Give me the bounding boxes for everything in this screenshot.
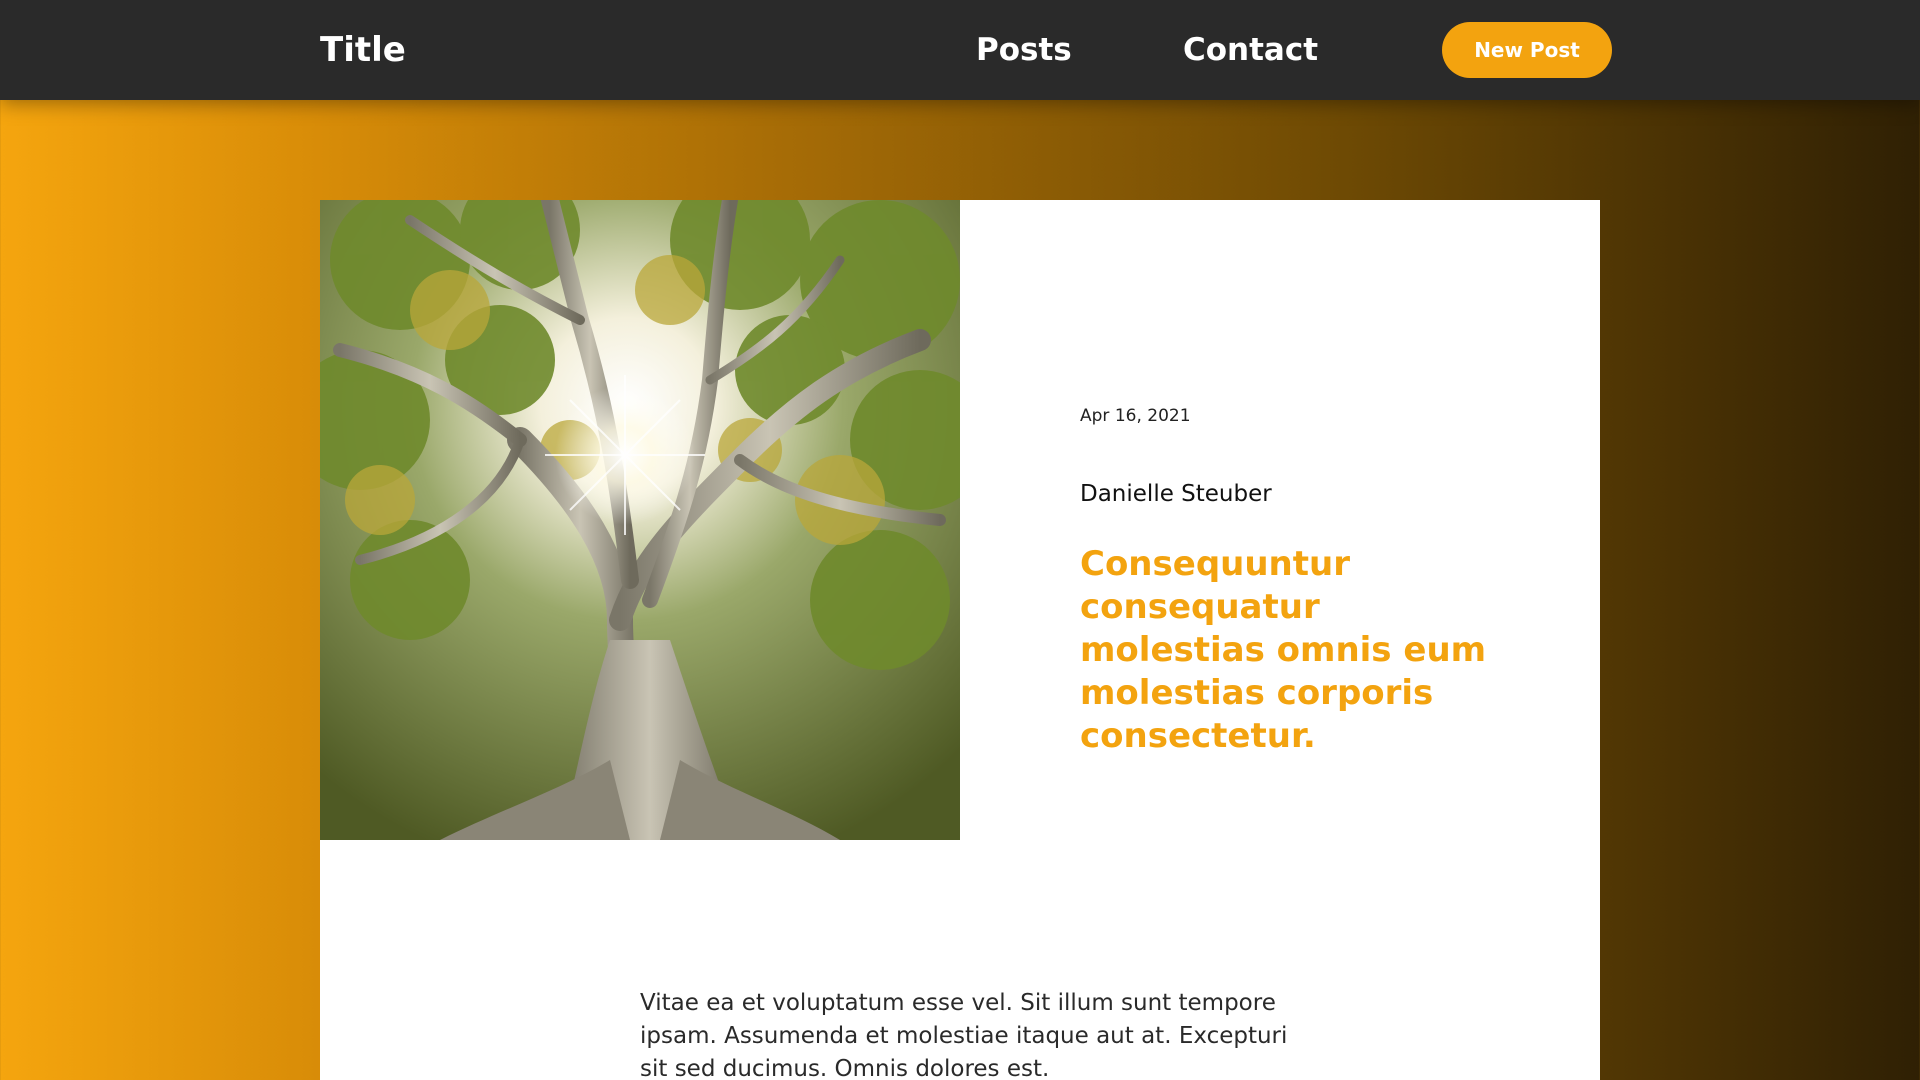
- tree-photo-icon: [320, 200, 960, 840]
- post-card: Apr 16, 2021 Danielle Steuber Consequunt…: [320, 200, 1600, 1080]
- site-title[interactable]: Title: [320, 28, 406, 72]
- post-date: Apr 16, 2021: [1080, 406, 1191, 426]
- post-image: [320, 200, 960, 840]
- navbar: Title Posts Contact New Post: [0, 0, 1920, 100]
- nav-link-posts[interactable]: Posts: [976, 29, 1072, 71]
- post-meta: Apr 16, 2021 Danielle Steuber Consequunt…: [1080, 405, 1500, 758]
- post-title: Consequuntur consequatur molestias omnis…: [1080, 544, 1487, 756]
- nav-link-contact[interactable]: Contact: [1183, 29, 1318, 71]
- post-author[interactable]: Danielle Steuber: [1080, 479, 1500, 509]
- post-body: Vitae ea et voluptatum esse vel. Sit ill…: [640, 990, 1288, 1080]
- new-post-button[interactable]: New Post: [1442, 22, 1612, 78]
